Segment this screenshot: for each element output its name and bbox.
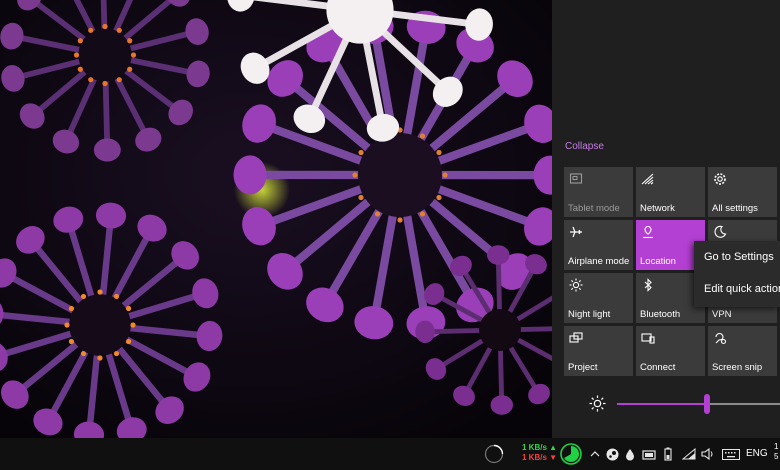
taskbar-clock[interactable]: 1 5	[774, 442, 778, 462]
network-icon	[641, 172, 655, 186]
battery-icon[interactable]	[660, 438, 676, 470]
quick-action-label: Screen snip	[712, 362, 763, 373]
quick-action-label: Night light	[568, 309, 611, 320]
quick-action-night-light[interactable]: Night light	[564, 273, 633, 323]
download-speed: 1 KB/s	[522, 453, 547, 462]
brightness-icon	[589, 395, 606, 412]
quick-action-tablet-mode[interactable]: Tablet mode	[564, 167, 633, 217]
menu-item-go-to-settings[interactable]: Go to Settings	[694, 241, 780, 273]
brightness-slider-thumb[interactable]	[703, 394, 710, 414]
tile-context-menu: Go to Settings Edit quick actions	[694, 241, 780, 307]
quick-action-label: Location	[640, 256, 676, 267]
volume-icon[interactable]	[700, 438, 716, 470]
location-icon	[641, 225, 655, 239]
app-tray-icon[interactable]	[640, 438, 658, 470]
quick-action-project[interactable]: Project	[564, 326, 633, 376]
desktop-wallpaper	[0, 0, 552, 438]
arrow-up-icon: ▲	[549, 443, 558, 452]
quick-action-airplane-mode[interactable]: Airplane mode	[564, 220, 633, 270]
quick-action-label: All settings	[712, 203, 758, 214]
moon-icon	[713, 225, 727, 239]
bluetooth-icon	[641, 278, 655, 292]
tablet-mode-icon	[569, 172, 583, 186]
brightness-slider[interactable]	[617, 394, 780, 414]
sun-icon	[569, 278, 583, 292]
airplane-icon	[569, 225, 583, 239]
network-speed-meter[interactable]: 1 KB/s ▲ 1 KB/s ▼	[522, 443, 557, 463]
quick-action-label: VPN	[712, 309, 732, 320]
quick-action-screen-snip[interactable]: Screen snip	[708, 326, 777, 376]
wifi-icon[interactable]	[680, 438, 698, 470]
upload-speed: 1 KB/s	[522, 443, 547, 452]
quick-action-network[interactable]: Network	[636, 167, 705, 217]
brightness-slider-fill	[617, 403, 707, 405]
memory-meter-icon[interactable]	[558, 438, 584, 470]
input-language-indicator[interactable]: ENG	[746, 448, 768, 459]
menu-item-edit-quick-actions[interactable]: Edit quick actions	[694, 273, 780, 305]
quick-action-label: Airplane mode	[568, 256, 630, 267]
quick-action-label: Project	[568, 362, 598, 373]
connect-icon	[641, 331, 655, 345]
quick-action-label: Network	[640, 203, 675, 214]
keyboard-icon[interactable]	[720, 438, 742, 470]
arrow-down-icon: ▼	[549, 453, 558, 462]
quick-action-all-settings[interactable]: All settings	[708, 167, 777, 217]
chevron-up-icon[interactable]	[588, 438, 602, 470]
flower-wallpaper-image	[0, 0, 552, 438]
project-icon	[569, 331, 583, 345]
cpu-meter-icon[interactable]	[482, 438, 506, 470]
water-drop-icon[interactable]	[622, 438, 638, 470]
screen-snip-icon	[713, 331, 727, 345]
quick-action-label: Tablet mode	[568, 203, 620, 214]
action-center-panel: Collapse Tablet mode Network All settings A…	[552, 0, 780, 438]
quick-action-label: Bluetooth	[640, 309, 681, 320]
quick-action-connect[interactable]: Connect	[636, 326, 705, 376]
collapse-link[interactable]: Collapse	[565, 141, 604, 152]
taskbar: 1 KB/s ▲ 1 KB/s ▼ ENG	[0, 438, 780, 470]
quick-action-label: Connect	[640, 362, 676, 373]
steam-icon[interactable]	[604, 438, 620, 470]
gear-icon	[713, 172, 727, 186]
